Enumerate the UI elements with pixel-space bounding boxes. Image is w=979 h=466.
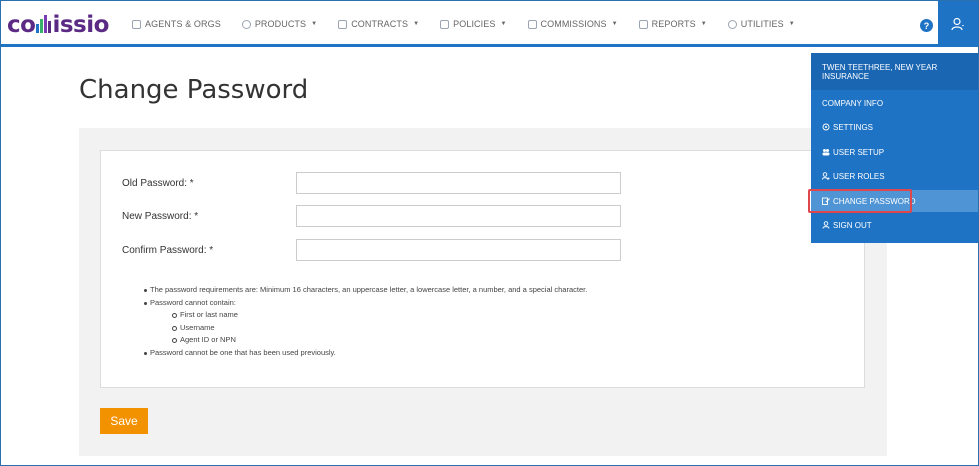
- user-dropdown-menu: TWEN TEETHREE, NEW YEAR INSURANCE COMPAN…: [811, 53, 978, 243]
- caret-down-icon: ▼: [500, 21, 507, 27]
- nav-label: UTILITIES: [740, 19, 784, 29]
- confirm-password-label: Confirm Password: *: [122, 245, 214, 256]
- nav-label: REPORTS: [651, 19, 696, 29]
- edit-icon: [822, 197, 830, 205]
- nav-label: PRODUCTS: [254, 19, 307, 29]
- nav-label: AGENTS & ORGS: [145, 19, 221, 29]
- nav-label: POLICIES: [453, 19, 496, 29]
- menu-item-change-password[interactable]: CHANGE PASSWORD: [811, 190, 978, 212]
- requirement-subitem: Username: [150, 322, 587, 335]
- help-icon[interactable]: ?: [920, 19, 933, 32]
- top-navbar: co issio AGENTS & ORGS PRODUCTS ▼ CONTRA…: [1, 1, 978, 47]
- menu-item-user-roles[interactable]: USER ROLES: [811, 165, 978, 187]
- user-icon: [951, 17, 964, 31]
- new-password-label: New Password: *: [122, 211, 199, 222]
- new-password-field[interactable]: [296, 205, 621, 227]
- menu-item-label: SIGN OUT: [833, 220, 872, 230]
- caret-down-icon: ▼: [413, 21, 420, 27]
- utilities-icon: [727, 19, 737, 29]
- nav-agents-orgs[interactable]: AGENTS & ORGS: [132, 19, 221, 29]
- menu-item-label: COMPANY INFO: [822, 98, 884, 108]
- caret-down-icon: ▼: [611, 21, 618, 27]
- menu-item-company-info[interactable]: COMPANY INFO: [811, 92, 978, 114]
- commissions-icon: [527, 19, 537, 29]
- page-title: Change Password: [79, 75, 309, 105]
- user-roles-icon: [822, 172, 830, 180]
- requirement-item: The password requirements are: Minimum 1…: [143, 284, 587, 297]
- old-password-field[interactable]: [296, 172, 621, 194]
- main-nav: AGENTS & ORGS PRODUCTS ▼ CONTRACTS ▼ POL…: [132, 1, 816, 47]
- requirement-subitem: First or last name: [150, 309, 587, 322]
- menu-item-settings[interactable]: SETTINGS: [811, 116, 978, 138]
- user-icon: [822, 221, 830, 229]
- confirm-password-field[interactable]: [296, 239, 621, 261]
- logo-text-right: issio: [52, 12, 109, 38]
- nav-products[interactable]: PRODUCTS ▼: [241, 19, 318, 29]
- users-icon: [822, 149, 830, 156]
- caret-down-icon: ▼: [311, 21, 318, 27]
- menu-item-sign-out[interactable]: SIGN OUT: [811, 214, 978, 236]
- nav-label: CONTRACTS: [351, 19, 409, 29]
- logo-text-left: co: [7, 12, 36, 38]
- save-button[interactable]: Save: [100, 408, 148, 434]
- menu-item-label: CHANGE PASSWORD: [833, 196, 916, 206]
- nav-policies[interactable]: POLICIES ▼: [440, 19, 506, 29]
- requirement-item: Password cannot be one that has been use…: [143, 347, 587, 360]
- requirement-subitem: Agent ID or NPN: [150, 334, 587, 347]
- logo-bars-icon: [36, 15, 52, 33]
- contracts-icon: [338, 19, 348, 29]
- menu-item-label: SETTINGS: [833, 122, 874, 132]
- user-menu-button[interactable]: [938, 1, 978, 47]
- password-requirements: The password requirements are: Minimum 1…: [143, 284, 587, 360]
- caret-down-icon: ▼: [788, 21, 795, 27]
- policies-icon: [440, 19, 450, 29]
- company-name-header: TWEN TEETHREE, NEW YEAR INSURANCE: [811, 53, 978, 90]
- requirement-item: Password cannot contain:: [143, 297, 587, 310]
- reports-icon: [638, 19, 648, 29]
- caret-down-icon: ▼: [700, 21, 707, 27]
- menu-item-label: USER SETUP: [833, 147, 885, 157]
- nav-reports[interactable]: REPORTS ▼: [638, 19, 707, 29]
- menu-item-label: USER ROLES: [833, 171, 885, 181]
- products-icon: [241, 19, 251, 29]
- nav-commissions[interactable]: COMMISSIONS ▼: [527, 19, 618, 29]
- menu-item-user-setup[interactable]: USER SETUP: [811, 141, 978, 163]
- nav-utilities[interactable]: UTILITIES ▼: [727, 19, 795, 29]
- gear-icon: [822, 123, 830, 131]
- agents-icon: [132, 19, 141, 29]
- nav-label: COMMISSIONS: [540, 19, 607, 29]
- nav-contracts[interactable]: CONTRACTS ▼: [338, 19, 419, 29]
- old-password-label: Old Password: *: [122, 178, 194, 189]
- commissio-logo[interactable]: co issio: [7, 10, 109, 40]
